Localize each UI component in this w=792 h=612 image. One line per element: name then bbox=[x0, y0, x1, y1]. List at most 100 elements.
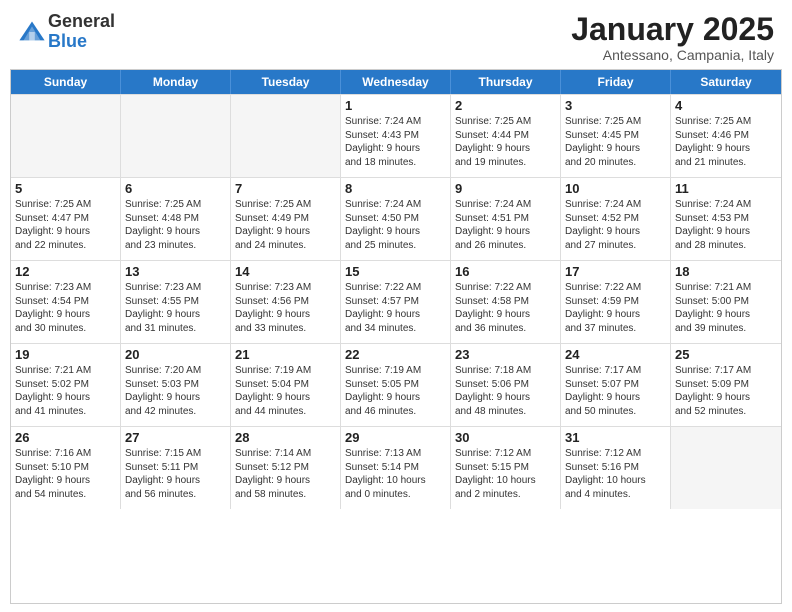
day-info: Sunrise: 7:13 AM Sunset: 5:14 PM Dayligh… bbox=[345, 447, 446, 501]
weekday-header-saturday: Saturday bbox=[671, 70, 781, 94]
day-info: Sunrise: 7:12 AM Sunset: 5:15 PM Dayligh… bbox=[455, 447, 556, 501]
day-info: Sunrise: 7:25 AM Sunset: 4:48 PM Dayligh… bbox=[125, 198, 226, 252]
calendar-body: 1 Sunrise: 7:24 AM Sunset: 4:43 PM Daylig… bbox=[11, 94, 781, 509]
day-info: Sunrise: 7:15 AM Sunset: 5:11 PM Dayligh… bbox=[125, 447, 226, 501]
day-number: 27 bbox=[125, 430, 226, 445]
header: General Blue January 2025 Antessano, Cam… bbox=[0, 0, 792, 69]
day-number: 11 bbox=[675, 181, 777, 196]
calendar-row-1: 1 Sunrise: 7:24 AM Sunset: 4:43 PM Daylig… bbox=[11, 94, 781, 177]
day-number: 12 bbox=[15, 264, 116, 279]
day-number: 13 bbox=[125, 264, 226, 279]
logo: General Blue bbox=[18, 12, 115, 52]
day-number: 24 bbox=[565, 347, 666, 362]
weekday-header-sunday: Sunday bbox=[11, 70, 121, 94]
day-cell-19: 19Sunrise: 7:21 AM Sunset: 5:02 PM Dayli… bbox=[11, 344, 121, 426]
day-number: 25 bbox=[675, 347, 777, 362]
weekday-header-thursday: Thursday bbox=[451, 70, 561, 94]
day-cell-21: 21 Sunrise: 7:19 AM Sunset: 5:04 PM Dayli… bbox=[231, 344, 341, 426]
day-cell-14: 14 Sunrise: 7:23 AM Sunset: 4:56 PM Dayli… bbox=[231, 261, 341, 343]
day-number: 15 bbox=[345, 264, 446, 279]
day-cell-3: 3 Sunrise: 7:25 AM Sunset: 4:45 PM Daylig… bbox=[561, 95, 671, 177]
day-info: Sunrise: 7:22 AM Sunset: 4:59 PM Dayligh… bbox=[565, 281, 666, 335]
logo-icon bbox=[18, 18, 46, 46]
day-info: Sunrise: 7:19 AM Sunset: 5:05 PM Dayligh… bbox=[345, 364, 446, 418]
day-number: 1 bbox=[345, 98, 446, 113]
day-info: Sunrise: 7:25 AM Sunset: 4:47 PM Dayligh… bbox=[15, 198, 116, 252]
day-info: Sunrise: 7:12 AM Sunset: 5:16 PM Dayligh… bbox=[565, 447, 666, 501]
day-number: 21 bbox=[235, 347, 336, 362]
calendar-header: SundayMondayTuesdayWednesdayThursdayFrid… bbox=[11, 70, 781, 94]
day-info: Sunrise: 7:20 AM Sunset: 5:03 PM Dayligh… bbox=[125, 364, 226, 418]
logo-blue-text: Blue bbox=[48, 32, 115, 52]
day-number: 8 bbox=[345, 181, 446, 196]
day-cell-9: 9Sunrise: 7:24 AM Sunset: 4:51 PM Daylig… bbox=[451, 178, 561, 260]
logo-text: General Blue bbox=[48, 12, 115, 52]
day-cell-15: 15Sunrise: 7:22 AM Sunset: 4:57 PM Dayli… bbox=[341, 261, 451, 343]
day-number: 18 bbox=[675, 264, 777, 279]
day-number: 4 bbox=[675, 98, 777, 113]
day-cell-10: 10 Sunrise: 7:24 AM Sunset: 4:52 PM Dayli… bbox=[561, 178, 671, 260]
day-cell-13: 13 Sunrise: 7:23 AM Sunset: 4:55 PM Dayli… bbox=[121, 261, 231, 343]
day-number: 3 bbox=[565, 98, 666, 113]
day-info: Sunrise: 7:16 AM Sunset: 5:10 PM Dayligh… bbox=[15, 447, 116, 501]
day-info: Sunrise: 7:17 AM Sunset: 5:09 PM Dayligh… bbox=[675, 364, 777, 418]
day-info: Sunrise: 7:23 AM Sunset: 4:54 PM Dayligh… bbox=[15, 281, 116, 335]
day-cell-29: 29 Sunrise: 7:13 AM Sunset: 5:14 PM Dayli… bbox=[341, 427, 451, 509]
day-cell-7: 7Sunrise: 7:25 AM Sunset: 4:49 PM Daylig… bbox=[231, 178, 341, 260]
day-cell-28: 28Sunrise: 7:14 AM Sunset: 5:12 PM Dayli… bbox=[231, 427, 341, 509]
day-info: Sunrise: 7:24 AM Sunset: 4:43 PM Dayligh… bbox=[345, 115, 446, 169]
weekday-header-friday: Friday bbox=[561, 70, 671, 94]
day-cell-8: 8 Sunrise: 7:24 AM Sunset: 4:50 PM Daylig… bbox=[341, 178, 451, 260]
day-info: Sunrise: 7:14 AM Sunset: 5:12 PM Dayligh… bbox=[235, 447, 336, 501]
weekday-header-monday: Monday bbox=[121, 70, 231, 94]
weekday-header-tuesday: Tuesday bbox=[231, 70, 341, 94]
day-info: Sunrise: 7:24 AM Sunset: 4:50 PM Dayligh… bbox=[345, 198, 446, 252]
day-number: 2 bbox=[455, 98, 556, 113]
day-cell-25: 25 Sunrise: 7:17 AM Sunset: 5:09 PM Dayli… bbox=[671, 344, 781, 426]
calendar-row-3: 12 Sunrise: 7:23 AM Sunset: 4:54 PM Dayli… bbox=[11, 260, 781, 343]
day-number: 29 bbox=[345, 430, 446, 445]
day-info: Sunrise: 7:25 AM Sunset: 4:46 PM Dayligh… bbox=[675, 115, 777, 169]
day-info: Sunrise: 7:23 AM Sunset: 4:55 PM Dayligh… bbox=[125, 281, 226, 335]
day-info: Sunrise: 7:24 AM Sunset: 4:52 PM Dayligh… bbox=[565, 198, 666, 252]
day-cell-empty-0-1 bbox=[121, 95, 231, 177]
day-cell-31: 31 Sunrise: 7:12 AM Sunset: 5:16 PM Dayli… bbox=[561, 427, 671, 509]
day-info: Sunrise: 7:22 AM Sunset: 4:58 PM Dayligh… bbox=[455, 281, 556, 335]
location: Antessano, Campania, Italy bbox=[571, 47, 774, 63]
page: General Blue January 2025 Antessano, Cam… bbox=[0, 0, 792, 612]
day-cell-30: 30Sunrise: 7:12 AM Sunset: 5:15 PM Dayli… bbox=[451, 427, 561, 509]
day-cell-4: 4 Sunrise: 7:25 AM Sunset: 4:46 PM Daylig… bbox=[671, 95, 781, 177]
day-cell-24: 24Sunrise: 7:17 AM Sunset: 5:07 PM Dayli… bbox=[561, 344, 671, 426]
day-info: Sunrise: 7:25 AM Sunset: 4:44 PM Dayligh… bbox=[455, 115, 556, 169]
calendar-row-2: 5 Sunrise: 7:25 AM Sunset: 4:47 PM Daylig… bbox=[11, 177, 781, 260]
calendar-row-4: 19Sunrise: 7:21 AM Sunset: 5:02 PM Dayli… bbox=[11, 343, 781, 426]
day-cell-22: 22 Sunrise: 7:19 AM Sunset: 5:05 PM Dayli… bbox=[341, 344, 451, 426]
day-cell-1: 1 Sunrise: 7:24 AM Sunset: 4:43 PM Daylig… bbox=[341, 95, 451, 177]
day-number: 6 bbox=[125, 181, 226, 196]
day-info: Sunrise: 7:19 AM Sunset: 5:04 PM Dayligh… bbox=[235, 364, 336, 418]
day-number: 14 bbox=[235, 264, 336, 279]
day-cell-5: 5 Sunrise: 7:25 AM Sunset: 4:47 PM Daylig… bbox=[11, 178, 121, 260]
day-number: 31 bbox=[565, 430, 666, 445]
day-number: 23 bbox=[455, 347, 556, 362]
day-cell-11: 11Sunrise: 7:24 AM Sunset: 4:53 PM Dayli… bbox=[671, 178, 781, 260]
day-cell-18: 18 Sunrise: 7:21 AM Sunset: 5:00 PM Dayli… bbox=[671, 261, 781, 343]
day-number: 9 bbox=[455, 181, 556, 196]
day-number: 10 bbox=[565, 181, 666, 196]
day-number: 7 bbox=[235, 181, 336, 196]
day-cell-6: 6 Sunrise: 7:25 AM Sunset: 4:48 PM Daylig… bbox=[121, 178, 231, 260]
day-cell-27: 27 Sunrise: 7:15 AM Sunset: 5:11 PM Dayli… bbox=[121, 427, 231, 509]
day-info: Sunrise: 7:21 AM Sunset: 5:02 PM Dayligh… bbox=[15, 364, 116, 418]
day-number: 26 bbox=[15, 430, 116, 445]
day-cell-26: 26 Sunrise: 7:16 AM Sunset: 5:10 PM Dayli… bbox=[11, 427, 121, 509]
day-number: 20 bbox=[125, 347, 226, 362]
month-title: January 2025 bbox=[571, 12, 774, 47]
day-cell-23: 23Sunrise: 7:18 AM Sunset: 5:06 PM Dayli… bbox=[451, 344, 561, 426]
day-info: Sunrise: 7:23 AM Sunset: 4:56 PM Dayligh… bbox=[235, 281, 336, 335]
day-number: 5 bbox=[15, 181, 116, 196]
day-info: Sunrise: 7:25 AM Sunset: 4:45 PM Dayligh… bbox=[565, 115, 666, 169]
day-cell-12: 12 Sunrise: 7:23 AM Sunset: 4:54 PM Dayli… bbox=[11, 261, 121, 343]
day-info: Sunrise: 7:21 AM Sunset: 5:00 PM Dayligh… bbox=[675, 281, 777, 335]
title-block: January 2025 Antessano, Campania, Italy bbox=[571, 12, 774, 63]
day-number: 22 bbox=[345, 347, 446, 362]
